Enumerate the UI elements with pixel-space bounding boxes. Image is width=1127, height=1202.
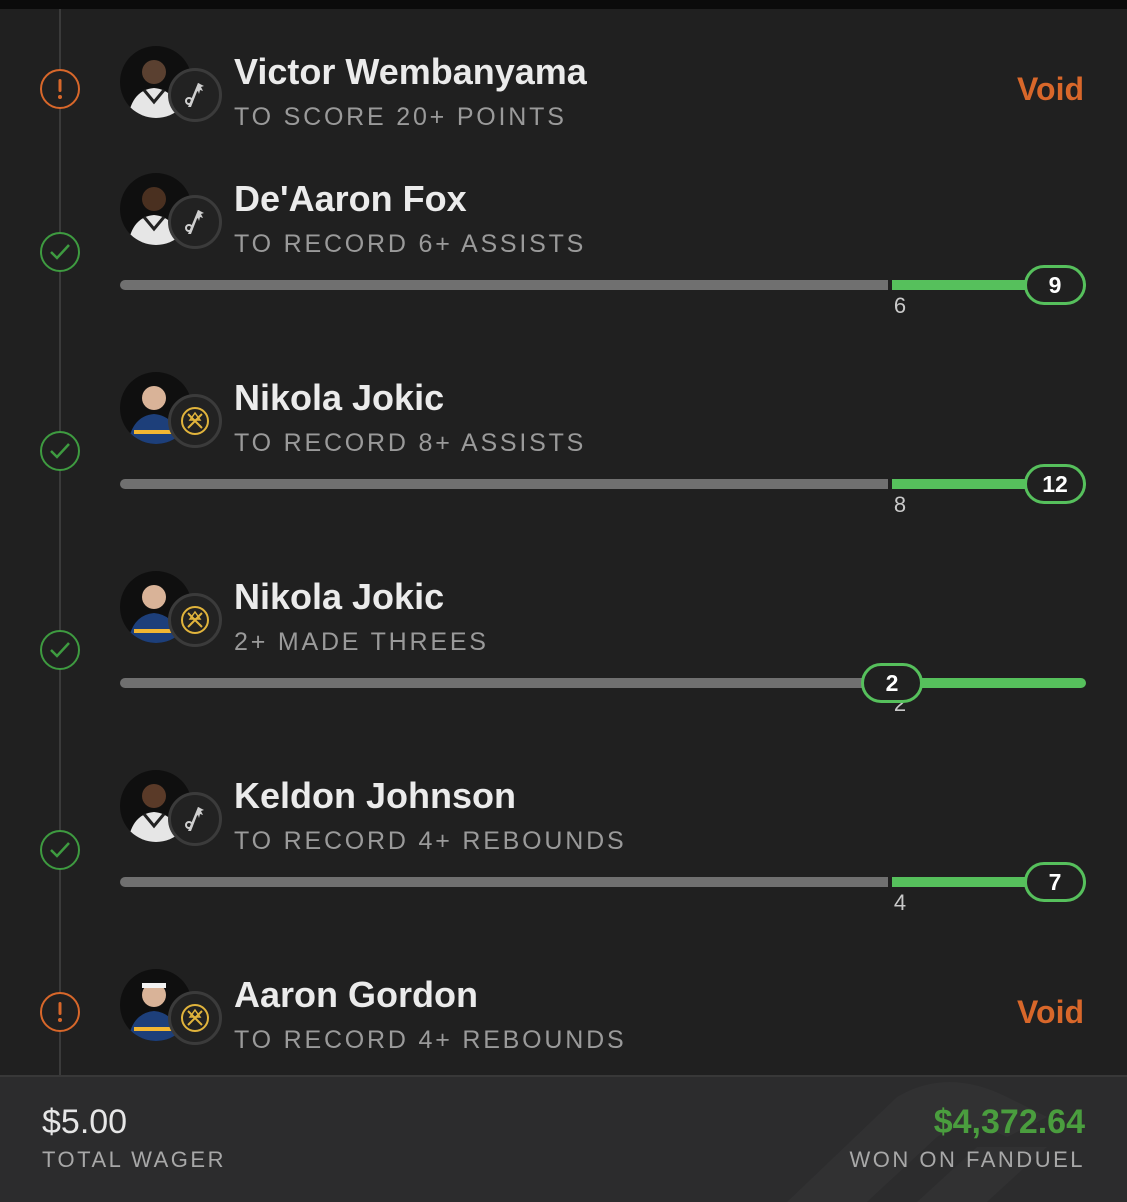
- threshold-value: 6: [893, 293, 907, 318]
- progress-bar-base: [120, 479, 888, 489]
- player-name: Nikola Jokic: [234, 576, 445, 617]
- void-label: Void: [1017, 71, 1084, 107]
- market-label: TO RECORD 6+ ASSISTS: [234, 230, 587, 258]
- void-label: Void: [1017, 994, 1084, 1030]
- leg-victor-wembanyama[interactable]: Victor Wembanyama TO SCORE 20+ POINTS Vo…: [0, 0, 1127, 150]
- nuggets-logo-icon: [168, 991, 222, 1045]
- player-name: Aaron Gordon: [234, 974, 478, 1015]
- leg-aaron-gordon[interactable]: Aaron Gordon TO RECORD 4+ REBOUNDS Void: [0, 950, 1127, 1075]
- market-label: 2+ MADE THREES: [234, 628, 489, 656]
- leg-keldon-johnson[interactable]: Keldon Johnson TO RECORD 4+ REBOUNDS 7 4: [0, 750, 1127, 950]
- bet-summary-footer: $5.00 TOTAL WAGER $4,372.64 WON ON FANDU…: [0, 1075, 1127, 1202]
- market-label: TO SCORE 20+ POINTS: [234, 103, 567, 131]
- nuggets-logo-icon: [168, 394, 222, 448]
- progress-bar: 9 6: [120, 265, 1086, 318]
- actual-value-pill: 7: [1024, 862, 1086, 902]
- leg-nikola-jokic-assists[interactable]: Nikola Jokic TO RECORD 8+ ASSISTS 12 8: [0, 350, 1127, 550]
- progress-bar-base: [120, 877, 888, 887]
- progress-bar-base: [120, 678, 886, 688]
- leg-nikola-jokic-threes[interactable]: Nikola Jokic 2+ MADE THREES 2 2: [0, 550, 1127, 750]
- actual-value-pill: 9: [1024, 265, 1086, 305]
- progress-bar: 2 2: [120, 663, 1086, 716]
- alert-icon: [40, 992, 80, 1032]
- player-name: Victor Wembanyama: [234, 51, 587, 92]
- nuggets-logo-icon: [168, 593, 222, 647]
- threshold-value: 8: [893, 492, 907, 517]
- player-name: Keldon Johnson: [234, 775, 516, 816]
- spurs-logo-icon: [168, 792, 222, 846]
- checkmark-icon: [40, 630, 80, 670]
- checkmark-icon: [40, 830, 80, 870]
- progress-bar: 7 4: [120, 862, 1086, 915]
- player-name: Nikola Jokic: [234, 377, 445, 418]
- market-label: TO RECORD 8+ ASSISTS: [234, 429, 587, 457]
- leg-deaaron-fox[interactable]: De'Aaron Fox TO RECORD 6+ ASSISTS 9 6: [0, 150, 1127, 350]
- total-wager-amount: $5.00: [42, 1103, 128, 1141]
- won-label: WON ON FANDUEL: [849, 1147, 1085, 1172]
- checkmark-icon: [40, 431, 80, 471]
- won-amount: $4,372.64: [933, 1103, 1085, 1141]
- market-label: TO RECORD 4+ REBOUNDS: [234, 1026, 627, 1054]
- spurs-logo-icon: [168, 195, 222, 249]
- spurs-logo-icon: [168, 68, 222, 122]
- player-name: De'Aaron Fox: [234, 178, 467, 219]
- alert-icon: [40, 69, 80, 109]
- actual-value-pill: 12: [1024, 464, 1086, 504]
- progress-bar: 12 8: [120, 464, 1086, 517]
- actual-value-pill: 2: [861, 663, 923, 703]
- total-wager-label: TOTAL WAGER: [42, 1147, 226, 1172]
- market-label: TO RECORD 4+ REBOUNDS: [234, 827, 627, 855]
- progress-bar-base: [120, 280, 888, 290]
- threshold-value: 4: [893, 890, 907, 915]
- checkmark-icon: [40, 232, 80, 272]
